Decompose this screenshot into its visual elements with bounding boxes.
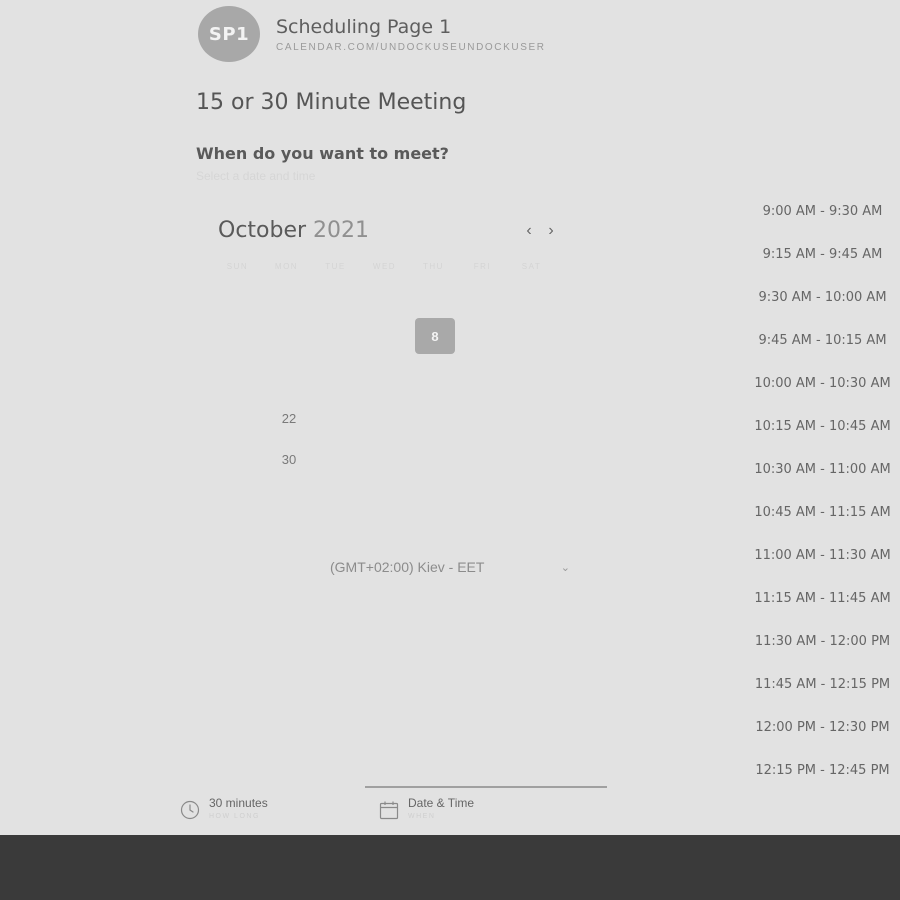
prev-month-button[interactable]: ‹ <box>521 220 537 242</box>
header: SP1 Scheduling Page 1 CALENDAR.COM/UNDOC… <box>198 6 546 62</box>
header-text: Scheduling Page 1 CALENDAR.COM/UNDOCKUSE… <box>276 16 546 53</box>
weekday-tue: TUE <box>325 262 346 271</box>
duration-sub: HOW LONG <box>209 813 260 820</box>
calendar-day[interactable]: 30 <box>272 452 306 467</box>
active-tab-indicator <box>365 786 607 788</box>
calendar-icon <box>379 800 399 820</box>
time-slot[interactable]: 9:45 AM - 10:15 AM <box>745 319 900 362</box>
time-slot[interactable]: 10:15 AM - 10:45 AM <box>745 405 900 448</box>
datetime-value: Date & Time <box>408 796 475 810</box>
bottom-bar <box>0 835 900 900</box>
weekday-sun: SUN <box>226 262 249 271</box>
instruction-text: Select a date and time <box>196 169 316 183</box>
meeting-title: 15 or 30 Minute Meeting <box>196 90 467 115</box>
datetime-tab[interactable]: Date & Time WHEN <box>379 796 474 820</box>
month-label: October 2021 <box>218 218 369 243</box>
month-name: October <box>218 218 307 243</box>
chevron-down-icon: ⌄ <box>560 561 570 574</box>
weekday-wed: WED <box>372 262 397 271</box>
time-slot[interactable]: 9:30 AM - 10:00 AM <box>745 276 900 319</box>
time-slot[interactable]: 10:45 AM - 11:15 AM <box>745 491 900 534</box>
time-slot-list: 9:00 AM - 9:30 AM 9:15 AM - 9:45 AM 9:30… <box>745 190 900 792</box>
weekday-header: SUN MON TUE WED THU FRI SAT <box>213 262 556 271</box>
time-slot[interactable]: 9:00 AM - 9:30 AM <box>745 190 900 233</box>
avatar: SP1 <box>198 6 260 62</box>
timezone-select[interactable]: (GMT+02:00) Kiev - EET ⌄ <box>330 556 570 578</box>
timezone-label: (GMT+02:00) Kiev - EET <box>330 559 485 575</box>
weekday-thu: THU <box>423 262 444 271</box>
chevron-left-icon: ‹ <box>526 222 532 239</box>
time-slot[interactable]: 9:15 AM - 9:45 AM <box>745 233 900 276</box>
next-month-button[interactable]: › <box>543 220 559 242</box>
datetime-sub: WHEN <box>408 813 436 820</box>
step-tabs: 30 minutes HOW LONG Date & Time WHEN <box>0 786 900 830</box>
calendar-day[interactable]: 22 <box>272 411 306 426</box>
question-heading: When do you want to meet? <box>196 144 449 163</box>
weekday-fri: FRI <box>473 262 492 271</box>
time-slot[interactable]: 11:00 AM - 11:30 AM <box>745 534 900 577</box>
chevron-right-icon: › <box>548 222 554 239</box>
time-slot[interactable]: 11:30 AM - 12:00 PM <box>745 620 900 663</box>
time-slot[interactable]: 11:45 AM - 12:15 PM <box>745 663 900 706</box>
duration-tab[interactable]: 30 minutes HOW LONG <box>180 796 268 820</box>
time-slot[interactable]: 10:30 AM - 11:00 AM <box>745 448 900 491</box>
duration-value: 30 minutes <box>209 796 268 810</box>
page-name: Scheduling Page 1 <box>276 15 452 38</box>
time-slot[interactable]: 12:00 PM - 12:30 PM <box>745 706 900 749</box>
scheduling-page: SP1 Scheduling Page 1 CALENDAR.COM/UNDOC… <box>0 0 900 835</box>
time-slot[interactable]: 10:00 AM - 10:30 AM <box>745 362 900 405</box>
time-slot[interactable]: 11:15 AM - 11:45 AM <box>745 577 900 620</box>
weekday-mon: MON <box>274 262 299 271</box>
clock-icon <box>180 800 200 820</box>
page-url[interactable]: CALENDAR.COM/UNDOCKUSEUNDOCKUSER <box>276 42 546 53</box>
calendar-day-selected[interactable]: 8 <box>415 318 455 354</box>
weekday-sat: SAT <box>521 262 542 271</box>
month-year: 2021 <box>313 218 370 243</box>
